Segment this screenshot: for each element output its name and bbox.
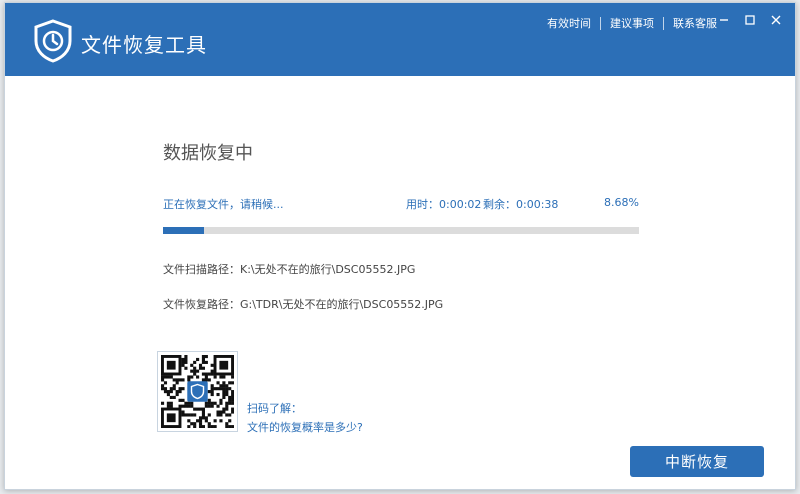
progress-bar <box>163 227 639 234</box>
elapsed-time: 用时：0:00:02 <box>406 198 482 211</box>
progress-fill <box>163 227 205 234</box>
title-bar: 文件恢复工具 有效时间 建议事项 联系客服 <box>5 3 795 76</box>
close-icon[interactable] <box>769 13 783 27</box>
recovery-probability-link[interactable]: 文件的恢复概率是多少? <box>247 419 363 435</box>
minimize-icon[interactable] <box>717 13 731 27</box>
qr-caption: 扫码了解： <box>247 402 302 415</box>
link-suggestions[interactable]: 建议事项 <box>610 15 654 31</box>
page-title: 数据恢复中 <box>163 143 253 164</box>
status-row: 正在恢复文件，请稍候... 用时：0:00:02 剩余：0:00:38 8.68… <box>163 196 639 212</box>
divider <box>663 16 664 30</box>
remaining-time: 剩余：0:00:38 <box>483 198 559 211</box>
top-links: 有效时间 建议事项 联系客服 <box>547 15 717 31</box>
scan-path: 文件扫描路径：K:\无处不在的旅行\DSC05552.JPG <box>163 263 416 276</box>
maximize-icon[interactable] <box>743 13 757 27</box>
shield-clock-logo-icon <box>34 19 72 63</box>
qr-code-image <box>161 355 235 429</box>
stop-recovery-button[interactable]: 中断恢复 <box>630 446 764 477</box>
progress-percent: 8.68% <box>604 196 639 209</box>
qr-code <box>157 351 238 432</box>
link-valid-time[interactable]: 有效时间 <box>547 15 591 31</box>
app-window: 文件恢复工具 有效时间 建议事项 联系客服 数据恢复中 正在恢复文件，请稍候..… <box>4 2 796 490</box>
recover-path: 文件恢复路径：G:\TDR\无处不在的旅行\DSC05552.JPG <box>163 298 444 311</box>
window-controls <box>717 13 783 27</box>
divider <box>600 16 601 30</box>
status-text: 正在恢复文件，请稍候... <box>163 198 284 211</box>
link-contact-support[interactable]: 联系客服 <box>673 15 717 31</box>
app-title: 文件恢复工具 <box>81 33 207 57</box>
